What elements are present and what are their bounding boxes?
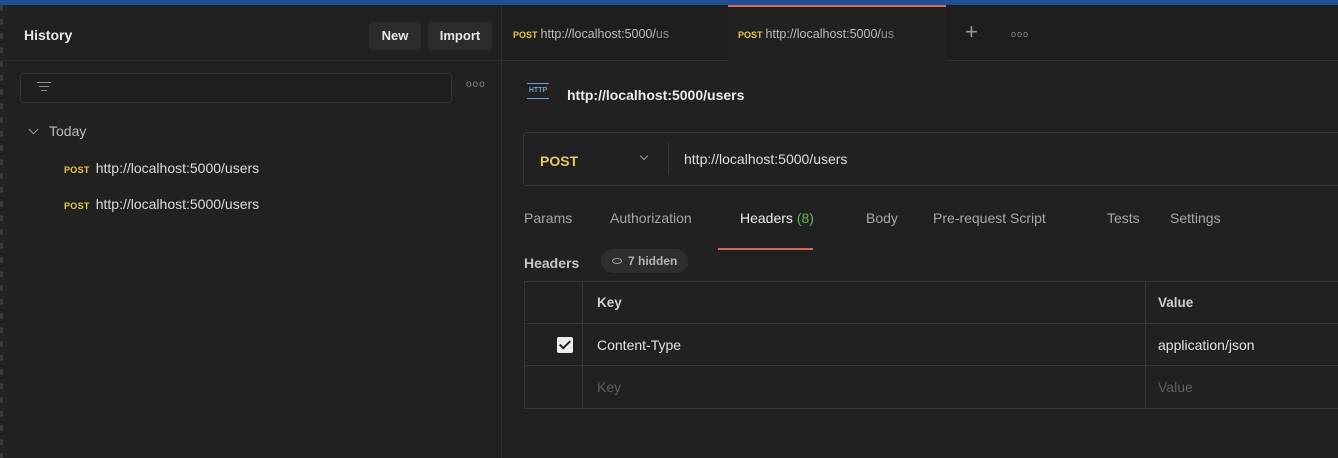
history-item-url: http://localhost:5000/users (95, 160, 260, 176)
column-header-key: Key (597, 295, 622, 310)
tab-body[interactable]: Body (866, 210, 898, 226)
header-value-input[interactable]: application/json (1158, 337, 1255, 353)
history-item[interactable]: POST http://localhost:5000/users (64, 196, 259, 212)
header-enabled-checkbox[interactable] (557, 337, 573, 353)
hidden-headers-toggle[interactable]: 7 hidden (601, 249, 689, 273)
headers-count: (8) (796, 210, 814, 226)
tab-headers[interactable]: Headers (8) (740, 210, 814, 226)
tab-more-icon[interactable]: ooo (1011, 29, 1029, 39)
tab-method: POST (513, 30, 538, 40)
table-row: Content-Type application/json (525, 324, 1338, 366)
sidebar-title: History (24, 27, 73, 43)
tab-url-fade: us (880, 27, 895, 41)
request-tab-bar: POST http://localhost:5000/us POST http://… (503, 5, 1338, 61)
request-tab-active[interactable]: POST http://localhost:5000/us (728, 5, 946, 61)
new-tab-plus-icon[interactable]: + (965, 19, 978, 45)
divider (668, 143, 669, 175)
request-workspace: POST http://localhost:5000/us POST http://… (503, 5, 1338, 458)
column-header-value: Value (1158, 295, 1194, 310)
tab-settings[interactable]: Settings (1170, 210, 1221, 226)
method-badge: POST (64, 165, 90, 175)
active-tab-indicator (718, 248, 813, 250)
request-tab[interactable]: POST http://localhost:5000/us (503, 5, 721, 61)
new-value-input[interactable]: Value (1158, 379, 1193, 395)
headers-section-label: Headers (524, 255, 580, 271)
url-input[interactable]: http://localhost:5000/users (684, 151, 847, 167)
sidebar-more-icon[interactable]: ooo (466, 79, 486, 90)
tab-headers-label: Headers (740, 210, 793, 226)
header-key-input[interactable]: Content-Type (597, 337, 681, 353)
headers-table: Key Value Content-Type application/json … (524, 281, 1338, 409)
table-header-row: Key Value (525, 282, 1338, 324)
history-item[interactable]: POST http://localhost:5000/users (64, 160, 259, 176)
history-item-url: http://localhost:5000/users (95, 196, 260, 212)
sidebar-header: History New Import (0, 5, 502, 61)
hidden-headers-label: 7 hidden (628, 254, 678, 268)
tab-method: POST (738, 30, 763, 40)
tab-tests[interactable]: Tests (1107, 210, 1140, 226)
eye-icon (612, 258, 622, 264)
url-bar: POST http://localhost:5000/users (523, 132, 1338, 186)
chevron-down-icon[interactable] (639, 151, 649, 161)
chevron-down-icon (28, 124, 39, 135)
tab-url-fade: us (655, 27, 670, 41)
http-icon: HTTP (527, 83, 549, 99)
request-title[interactable]: http://localhost:5000/users (567, 87, 744, 103)
tab-url: http://localhost:5000/ (765, 27, 881, 41)
method-badge: POST (64, 201, 90, 211)
history-filter-input[interactable] (20, 73, 452, 103)
tab-params[interactable]: Params (524, 210, 572, 226)
tab-url: http://localhost:5000/ (540, 27, 656, 41)
new-button[interactable]: New (369, 22, 421, 50)
window-edge (0, 5, 3, 458)
table-row-new: Key Value (525, 366, 1338, 408)
tab-prerequest-script[interactable]: Pre-request Script (933, 210, 1046, 226)
history-group-today[interactable]: Today (28, 123, 87, 139)
new-key-input[interactable]: Key (597, 379, 621, 395)
filter-icon (37, 82, 51, 94)
tab-authorization[interactable]: Authorization (610, 210, 692, 226)
group-label: Today (49, 123, 87, 139)
history-sidebar: History New Import ooo Today POST http://… (0, 5, 502, 458)
import-button[interactable]: Import (428, 22, 492, 50)
method-select[interactable]: POST (540, 153, 578, 169)
